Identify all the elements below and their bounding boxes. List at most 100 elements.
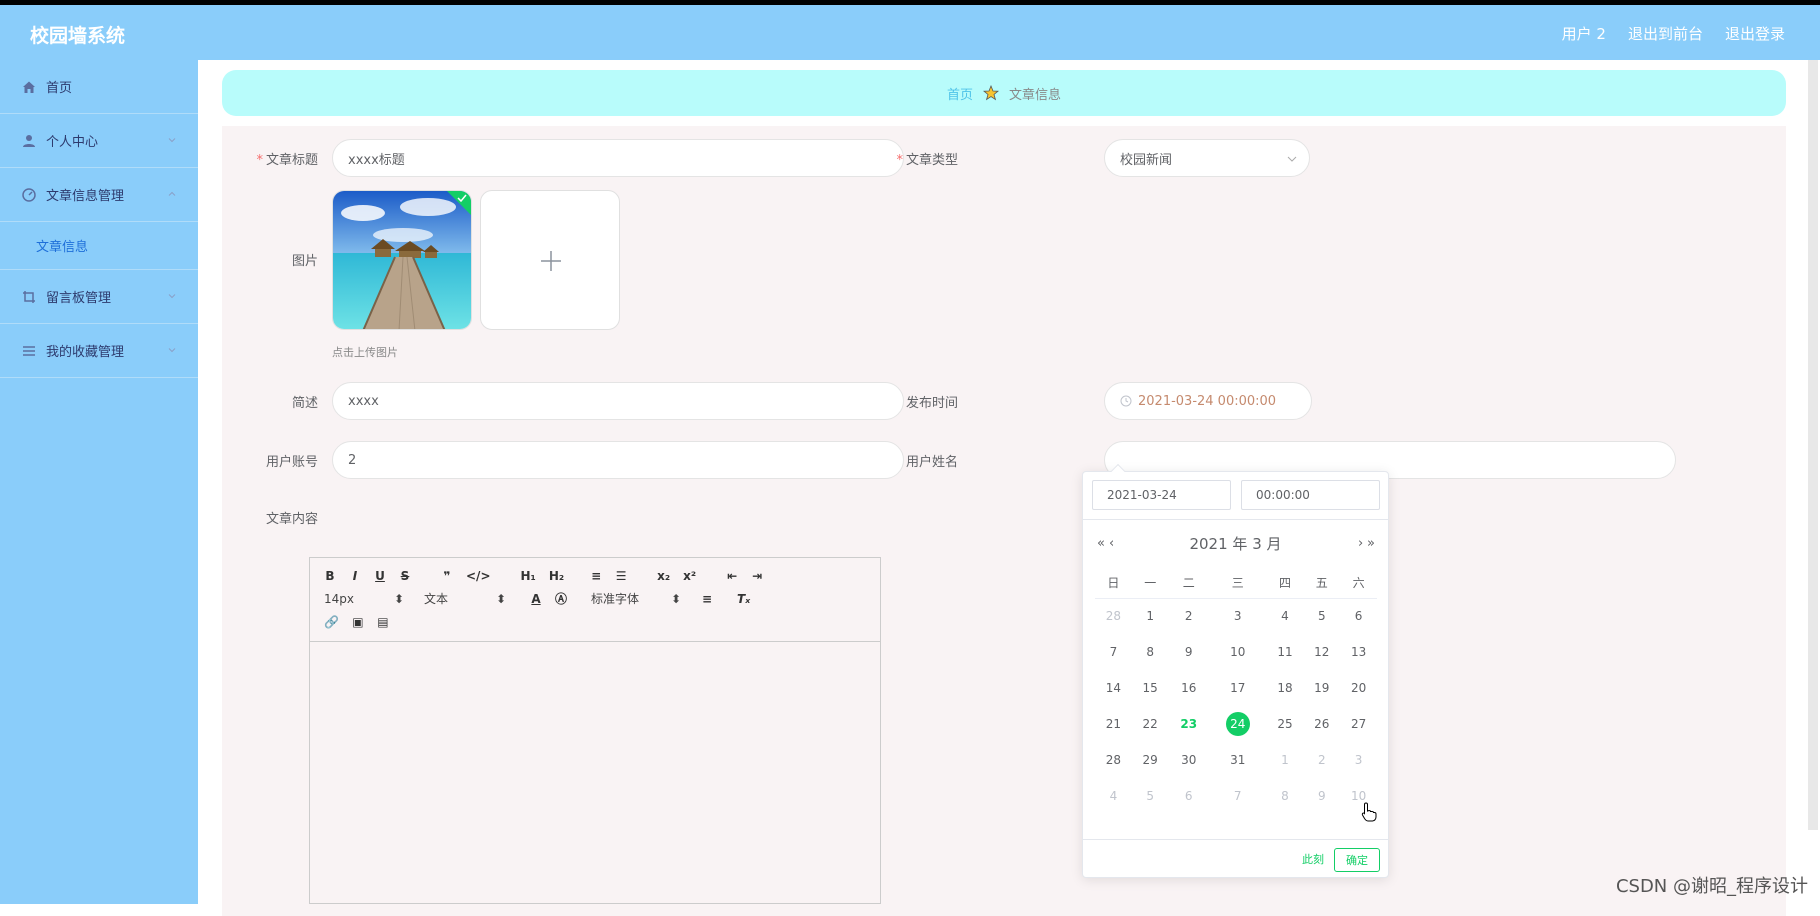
calendar-day[interactable]: 6 bbox=[1169, 778, 1209, 814]
picker-time-input[interactable]: 00:00:00 bbox=[1241, 480, 1380, 510]
calendar-day[interactable]: 23 bbox=[1169, 706, 1209, 742]
font-size-select[interactable]: 14px⬍ bbox=[324, 592, 404, 606]
goto-front-link[interactable]: 退出到前台 bbox=[1628, 23, 1703, 44]
clock-icon bbox=[1120, 395, 1132, 407]
calendar-day[interactable]: 5 bbox=[1303, 598, 1340, 634]
now-button[interactable]: 此刻 bbox=[1298, 848, 1328, 872]
calendar-day[interactable]: 28 bbox=[1095, 742, 1132, 778]
weekday-header: 六 bbox=[1340, 568, 1377, 598]
calendar-day[interactable]: 28 bbox=[1095, 598, 1132, 634]
summary-input[interactable]: xxxx bbox=[332, 382, 904, 420]
calendar-day[interactable]: 2 bbox=[1169, 598, 1209, 634]
calendar-day[interactable]: 24 bbox=[1209, 706, 1267, 742]
calendar-day[interactable]: 17 bbox=[1209, 670, 1267, 706]
title-label: *文章标题 bbox=[238, 149, 318, 168]
upload-add-button[interactable] bbox=[480, 190, 620, 330]
picker-date-input[interactable]: 2021-03-24 bbox=[1092, 480, 1231, 510]
calendar-day[interactable]: 22 bbox=[1132, 706, 1169, 742]
publish-time-input[interactable]: 2021-03-24 00:00:00 bbox=[1104, 382, 1312, 420]
font-family-select[interactable]: 标准字体⬍ bbox=[591, 590, 681, 607]
image-label: 图片 bbox=[238, 250, 318, 269]
calendar-day[interactable]: 3 bbox=[1340, 742, 1377, 778]
underline-icon[interactable]: U bbox=[374, 569, 386, 583]
calendar-day[interactable]: 4 bbox=[1267, 598, 1304, 634]
indent-icon[interactable]: ⇥ bbox=[751, 569, 763, 583]
next-month-icon[interactable]: › bbox=[1358, 530, 1363, 558]
calendar-day[interactable]: 2 bbox=[1303, 742, 1340, 778]
subscript-icon[interactable]: x₂ bbox=[657, 569, 670, 583]
background-color-icon[interactable]: Ⓐ bbox=[555, 590, 567, 607]
image-icon[interactable]: ▣ bbox=[352, 615, 364, 629]
video-icon[interactable]: ▤ bbox=[377, 615, 389, 629]
uploaded-image-thumbnail[interactable] bbox=[332, 190, 472, 330]
quote-icon[interactable]: ❞ bbox=[441, 569, 453, 583]
font-color-icon[interactable]: A bbox=[530, 592, 542, 606]
calendar-day[interactable]: 21 bbox=[1095, 706, 1132, 742]
calendar-day[interactable]: 27 bbox=[1340, 706, 1377, 742]
chevron-down-icon bbox=[168, 292, 176, 300]
code-icon[interactable]: </> bbox=[466, 569, 491, 583]
next-year-icon[interactable]: » bbox=[1367, 530, 1375, 558]
superscript-icon[interactable]: x² bbox=[683, 569, 696, 583]
calendar-day[interactable]: 11 bbox=[1267, 634, 1304, 670]
chevron-down-icon bbox=[1287, 155, 1297, 163]
bold-icon[interactable]: B bbox=[324, 569, 336, 583]
calendar-day[interactable]: 30 bbox=[1169, 742, 1209, 778]
bullet-list-icon[interactable]: ☰ bbox=[615, 569, 627, 583]
sidebar-subitem-article-info[interactable]: 文章信息 bbox=[0, 222, 198, 270]
calendar-day[interactable]: 7 bbox=[1209, 778, 1267, 814]
calendar-day[interactable]: 26 bbox=[1303, 706, 1340, 742]
calendar-day[interactable]: 8 bbox=[1267, 778, 1304, 814]
calendar-day[interactable]: 8 bbox=[1132, 634, 1169, 670]
sidebar-item-articles[interactable]: 文章信息管理 bbox=[0, 168, 198, 222]
calendar-day[interactable]: 10 bbox=[1209, 634, 1267, 670]
picker-year[interactable]: 2021 年 bbox=[1189, 535, 1247, 553]
title-input[interactable]: xxxx标题 bbox=[332, 139, 904, 177]
calendar-day[interactable]: 31 bbox=[1209, 742, 1267, 778]
outdent-icon[interactable]: ⇤ bbox=[726, 569, 738, 583]
calendar-day[interactable]: 9 bbox=[1169, 634, 1209, 670]
calendar-day[interactable]: 14 bbox=[1095, 670, 1132, 706]
calendar-day[interactable]: 16 bbox=[1169, 670, 1209, 706]
heading2-icon[interactable]: H₂ bbox=[549, 569, 564, 583]
calendar-day[interactable]: 7 bbox=[1095, 634, 1132, 670]
block-type-select[interactable]: 文本⬍ bbox=[424, 590, 506, 607]
editor-body[interactable] bbox=[310, 642, 880, 904]
calendar-day[interactable]: 29 bbox=[1132, 742, 1169, 778]
link-icon[interactable]: 🔗 bbox=[324, 615, 339, 629]
vertical-scrollbar[interactable] bbox=[1808, 60, 1818, 830]
type-select[interactable]: 校园新闻 bbox=[1104, 139, 1310, 177]
picker-month[interactable]: 3 月 bbox=[1252, 535, 1281, 553]
calendar-day[interactable]: 19 bbox=[1303, 670, 1340, 706]
italic-icon[interactable]: I bbox=[349, 569, 361, 583]
logout-link[interactable]: 退出登录 bbox=[1725, 23, 1785, 44]
ordered-list-icon[interactable]: ≡ bbox=[590, 569, 602, 583]
calendar-day[interactable]: 25 bbox=[1267, 706, 1304, 742]
calendar-day[interactable]: 9 bbox=[1303, 778, 1340, 814]
calendar-day[interactable]: 15 bbox=[1132, 670, 1169, 706]
calendar-day[interactable]: 6 bbox=[1340, 598, 1377, 634]
align-icon[interactable]: ≡ bbox=[701, 592, 713, 606]
heading1-icon[interactable]: H₁ bbox=[521, 569, 536, 583]
rich-text-editor-frame: B I U S ❞ </> H₁ H₂ ≡ ☰ x₂ x² ⇤ ⇥ 14px⬍ … bbox=[309, 557, 881, 904]
sidebar-item-messages[interactable]: 留言板管理 bbox=[0, 270, 198, 324]
calendar-day[interactable]: 1 bbox=[1267, 742, 1304, 778]
calendar-day[interactable]: 5 bbox=[1132, 778, 1169, 814]
calendar-day[interactable]: 13 bbox=[1340, 634, 1377, 670]
calendar-day[interactable]: 1 bbox=[1132, 598, 1169, 634]
strikethrough-icon[interactable]: S bbox=[399, 569, 411, 583]
calendar-day[interactable]: 18 bbox=[1267, 670, 1304, 706]
sidebar-subitem-label: 文章信息 bbox=[36, 236, 88, 255]
account-input[interactable]: 2 bbox=[332, 441, 904, 479]
calendar-day[interactable]: 3 bbox=[1209, 598, 1267, 634]
confirm-button[interactable]: 确定 bbox=[1334, 848, 1380, 872]
sidebar-item-favorites[interactable]: 我的收藏管理 bbox=[0, 324, 198, 378]
sidebar-item-profile[interactable]: 个人中心 bbox=[0, 114, 198, 168]
calendar-day[interactable]: 12 bbox=[1303, 634, 1340, 670]
calendar-day[interactable]: 20 bbox=[1340, 670, 1377, 706]
clear-format-icon[interactable]: Tₓ bbox=[737, 592, 750, 606]
breadcrumb-home[interactable]: 首页 bbox=[947, 84, 973, 103]
chevron-up-icon bbox=[168, 190, 176, 198]
sidebar-item-home[interactable]: 首页 bbox=[0, 60, 198, 114]
calendar-day[interactable]: 4 bbox=[1095, 778, 1132, 814]
